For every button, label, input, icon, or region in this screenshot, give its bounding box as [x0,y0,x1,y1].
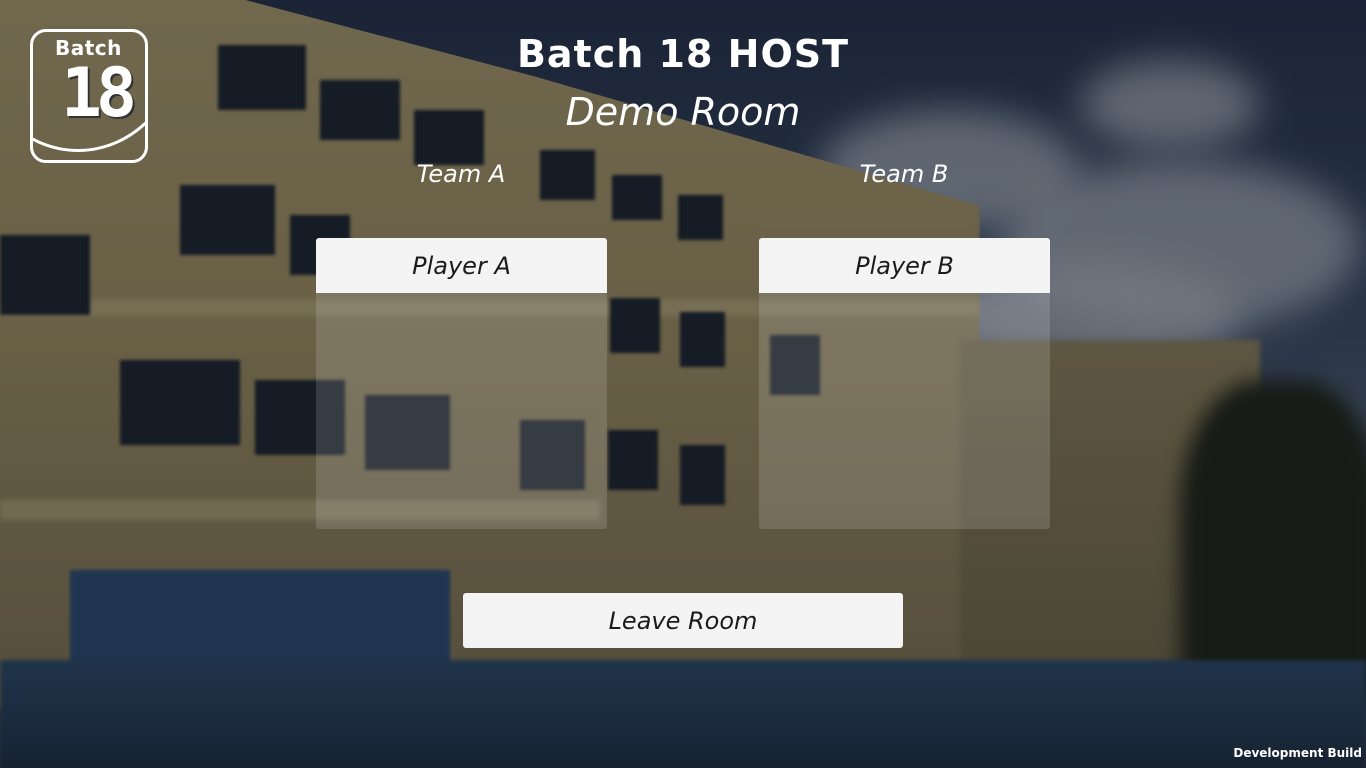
team-a-panel: Player A [316,238,607,529]
player-name: Player B [855,251,954,280]
player-slot-b: Player B [759,238,1050,293]
player-slot-a: Player A [316,238,607,293]
host-title: Batch 18 HOST [516,32,850,76]
leave-room-label: Leave Room [608,606,758,635]
player-name: Player A [412,251,511,280]
team-b-panel: Player B [759,238,1050,529]
leave-room-button[interactable]: Leave Room [463,593,903,648]
room-name: Demo Room [565,90,801,134]
team-b-label: Team B [859,160,949,188]
team-a-label: Team A [416,160,506,188]
development-build-label: Development Build [1233,746,1362,760]
